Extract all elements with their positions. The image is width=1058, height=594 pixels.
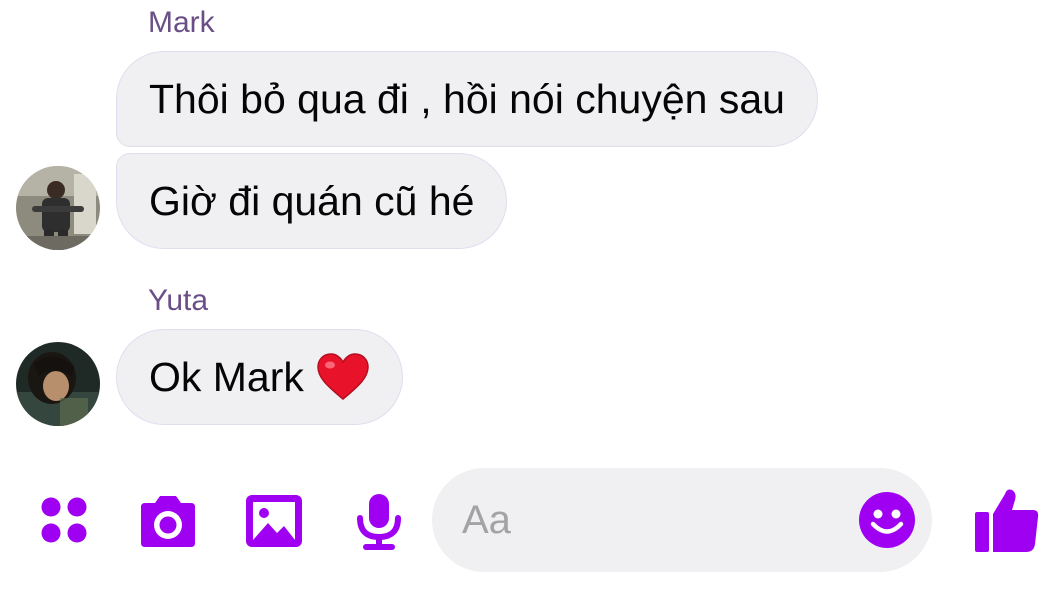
message-text: Thôi bỏ qua đi , hồi nói chuyện sau xyxy=(149,75,785,122)
camera-icon[interactable] xyxy=(136,492,200,550)
heart-icon xyxy=(317,353,369,400)
avatar-image xyxy=(16,342,100,426)
avatar[interactable] xyxy=(16,166,100,250)
emoji-icon[interactable] xyxy=(857,490,917,550)
avatar-image xyxy=(16,166,100,250)
sender-name: Mark xyxy=(148,6,215,39)
message-input[interactable] xyxy=(462,468,852,572)
microphone-icon[interactable] xyxy=(354,492,404,552)
message-text: Ok Mark xyxy=(149,353,304,400)
chat-screen: Mark Thôi bỏ qua đi , hồi nói chuyện sau… xyxy=(0,0,1058,594)
message-bubble[interactable]: Ok Mark xyxy=(116,329,403,425)
avatar[interactable] xyxy=(16,342,100,426)
apps-icon[interactable] xyxy=(36,494,92,546)
message-bubble[interactable]: Thôi bỏ qua đi , hồi nói chuyện sau xyxy=(116,51,818,147)
message-composer xyxy=(432,468,932,572)
sender-name: Yuta xyxy=(148,284,209,317)
thumbs-up-icon[interactable] xyxy=(972,486,1042,554)
message-bubble[interactable]: Giờ đi quán cũ hé xyxy=(116,153,508,249)
image-icon[interactable] xyxy=(243,492,305,550)
message-text: Giờ đi quán cũ hé xyxy=(149,177,475,224)
